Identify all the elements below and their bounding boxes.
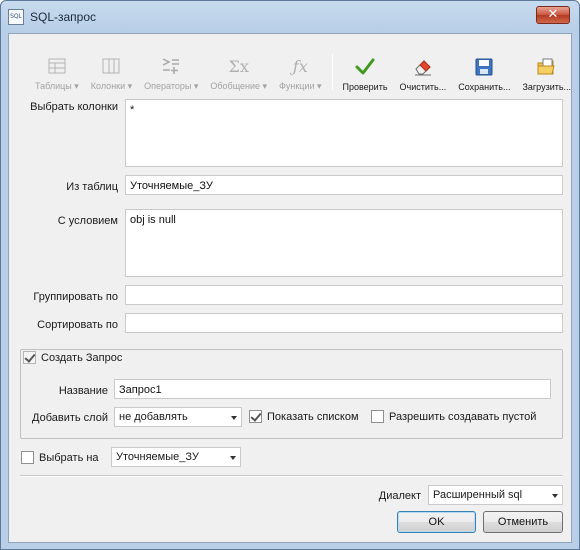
tables-label: Таблицы ▾: [35, 81, 79, 91]
add-layer-label: Добавить слой: [32, 412, 108, 424]
aggregate-button[interactable]: Σx Обобщение ▾: [204, 52, 273, 92]
add-layer-combo[interactable]: не добавлять: [114, 407, 242, 427]
select-on-value: Уточняемые_ЗУ: [116, 451, 199, 463]
check-icon: [355, 56, 375, 78]
tables-button[interactable]: Таблицы ▾: [29, 52, 85, 92]
order-by-field[interactable]: [125, 313, 563, 333]
clear-button[interactable]: Очистить...: [394, 52, 453, 92]
toolbar-separator: [331, 54, 333, 90]
create-query-checkbox[interactable]: [23, 351, 36, 364]
dialog-body: Таблицы ▾ Колонки ▾ Операторы ▾ Σx Обобщ…: [8, 33, 572, 543]
select-on-label: Выбрать на: [39, 451, 99, 464]
functions-label: Функции ▾: [279, 81, 322, 91]
dialect-combo[interactable]: Расширенный sql: [428, 485, 563, 505]
select-on-checkbox[interactable]: [21, 451, 34, 464]
functions-button[interactable]: ƒx Функции ▾: [273, 52, 327, 92]
query-name-label: Название: [58, 385, 108, 397]
save-icon: [475, 56, 493, 78]
save-button[interactable]: Сохранить...: [452, 52, 516, 92]
cancel-button[interactable]: Отменить: [483, 511, 563, 533]
select-on-combo[interactable]: Уточняемые_ЗУ: [111, 447, 241, 467]
divider: [20, 475, 563, 477]
dialog-window: SQL SQL-запрос ✕ Таблицы ▾ Колонки ▾ Опе…: [0, 0, 580, 550]
check-button[interactable]: Проверить: [337, 52, 394, 92]
chevron-down-icon: [552, 494, 558, 498]
table-icon: [48, 55, 66, 77]
check-label: Проверить: [342, 82, 388, 92]
eraser-icon: [413, 56, 433, 78]
dialect-label: Диалект: [378, 490, 421, 502]
clear-label: Очистить...: [399, 82, 447, 92]
save-label: Сохранить...: [458, 82, 511, 92]
load-button[interactable]: Загрузить...: [516, 52, 577, 92]
operators-icon: [161, 55, 181, 77]
query-name-field[interactable]: Запрос1: [114, 379, 551, 399]
toolbar: Таблицы ▾ Колонки ▾ Операторы ▾ Σx Обобщ…: [29, 52, 577, 92]
chevron-down-icon: [230, 456, 236, 460]
chevron-down-icon: [231, 416, 237, 420]
show-as-list-toggle[interactable]: Показать списком: [249, 410, 359, 423]
columns-button[interactable]: Колонки ▾: [85, 52, 138, 92]
from-tables-label: Из таблиц: [66, 181, 118, 193]
where-field[interactable]: obj is null: [125, 209, 563, 277]
columns-label: Колонки ▾: [90, 81, 133, 91]
group-by-field[interactable]: [125, 285, 563, 305]
sigma-icon: Σx: [228, 56, 249, 76]
operators-button[interactable]: Операторы ▾: [138, 52, 204, 92]
select-columns-field[interactable]: *: [125, 99, 563, 167]
ok-button[interactable]: OK: [397, 511, 476, 533]
window-title: SQL-запрос: [30, 10, 97, 24]
group-by-label: Группировать по: [33, 291, 118, 303]
select-columns-label: Выбрать колонки: [30, 101, 118, 113]
close-button[interactable]: ✕: [536, 6, 570, 24]
create-query-toggle[interactable]: Создать Запрос: [23, 351, 122, 364]
function-icon: ƒx: [292, 56, 308, 76]
sql-app-icon: SQL: [8, 9, 24, 25]
load-label: Загрузить...: [522, 82, 572, 92]
load-icon: [537, 56, 557, 78]
select-on-toggle[interactable]: Выбрать на: [21, 451, 99, 464]
allow-empty-checkbox[interactable]: [371, 410, 384, 423]
order-by-label: Сортировать по: [37, 319, 118, 331]
dialect-value: Расширенный sql: [433, 489, 523, 501]
aggregate-label: Обобщение ▾: [210, 81, 268, 91]
create-query-group: Создать Запрос Название Запрос1 Добавить…: [20, 349, 563, 439]
from-tables-field[interactable]: Уточняемые_ЗУ: [125, 175, 563, 195]
columns-icon: [102, 55, 120, 77]
operators-label: Операторы ▾: [144, 81, 199, 91]
add-layer-value: не добавлять: [119, 411, 188, 423]
create-query-label: Создать Запрос: [41, 351, 123, 364]
title-bar[interactable]: SQL SQL-запрос ✕: [1, 1, 579, 33]
where-label: С условием: [57, 215, 118, 227]
show-as-list-checkbox[interactable]: [249, 410, 262, 423]
allow-empty-toggle[interactable]: Разрешить создавать пустой: [371, 410, 536, 423]
show-as-list-label: Показать списком: [267, 410, 359, 423]
allow-empty-label: Разрешить создавать пустой: [389, 410, 537, 423]
